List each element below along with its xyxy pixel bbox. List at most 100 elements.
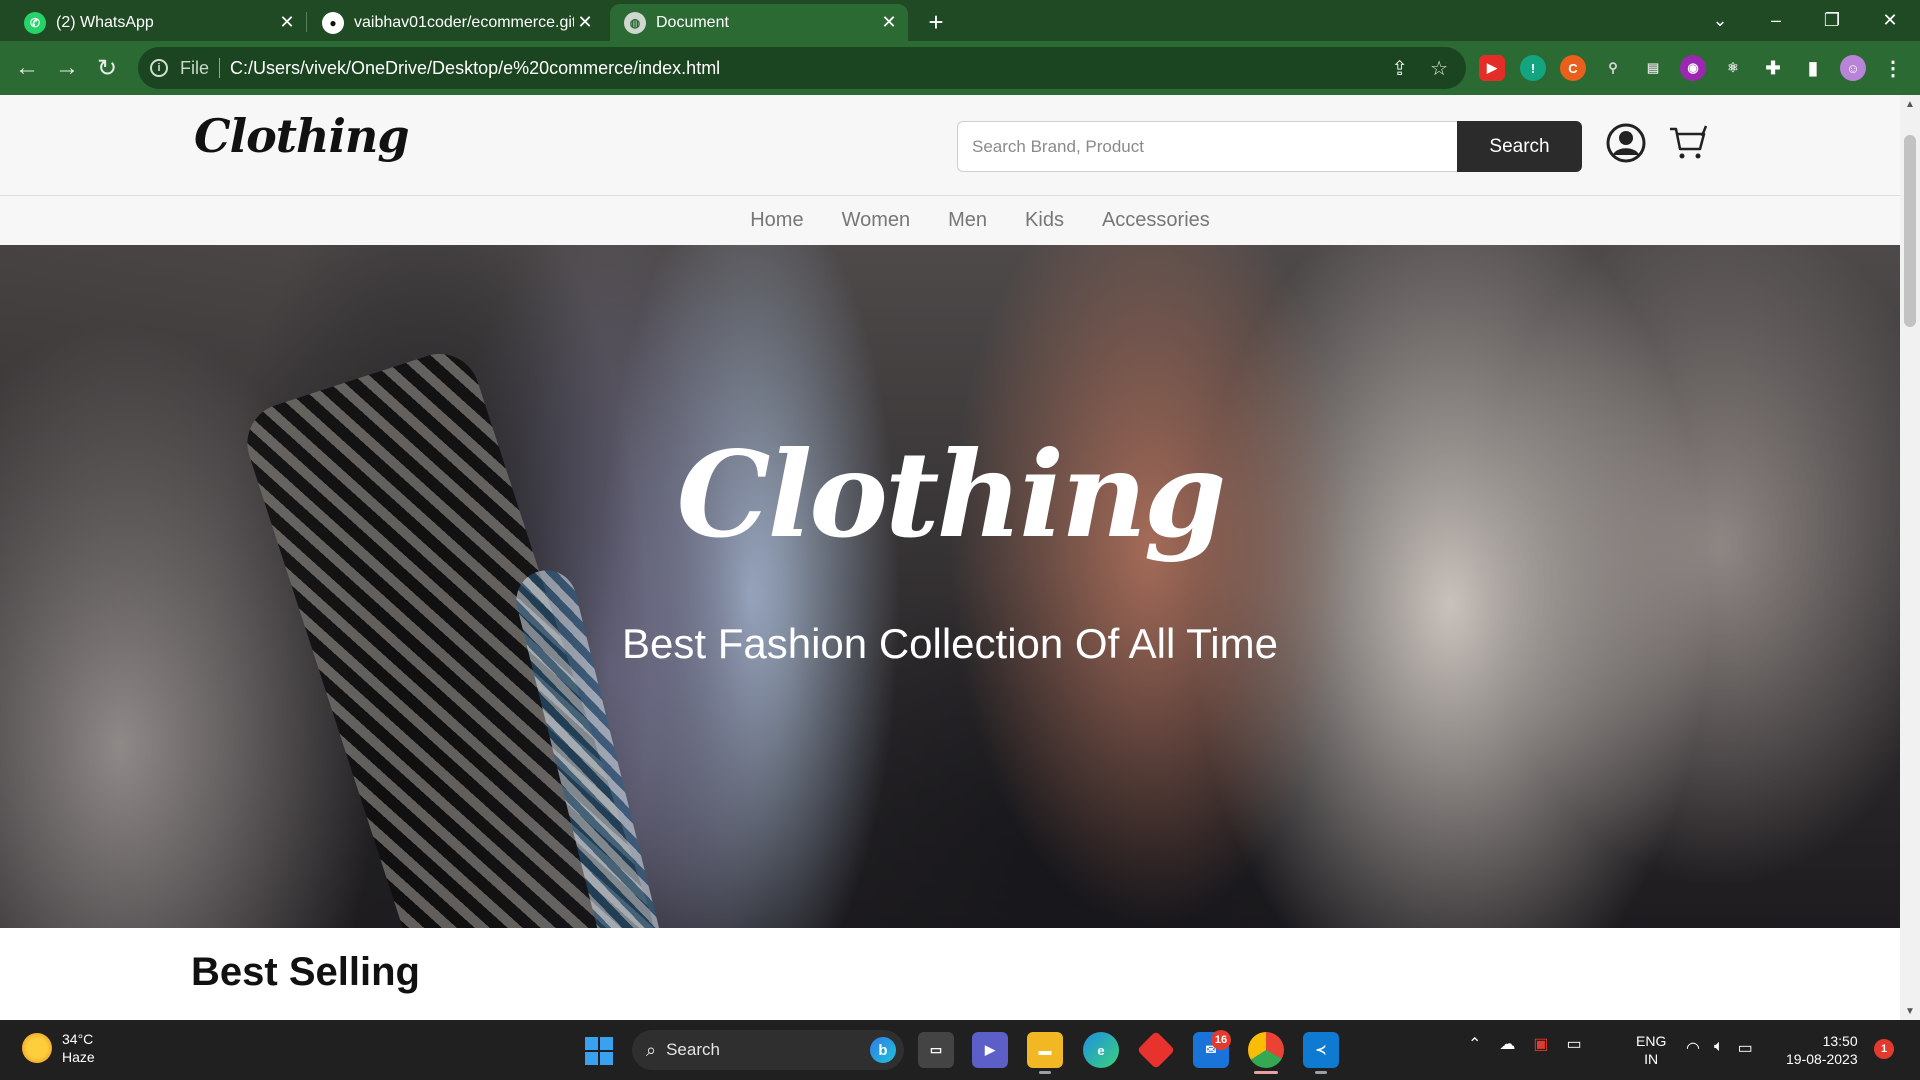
quick-settings[interactable]: ◠ 🔈︎ ▭ [1686, 1038, 1753, 1058]
browser-tab-strip: ✆ (2) WhatsApp ✕ ● vaibhav01coder/ecomme… [0, 0, 1920, 41]
clock-date: 19-08-2023 [1786, 1051, 1858, 1067]
teams-chat-icon[interactable]: ▶ [972, 1032, 1008, 1068]
purple-extension-icon[interactable]: ◉ [1680, 55, 1706, 81]
nav-link-accessories[interactable]: Accessories [1102, 209, 1210, 232]
page-viewport: Clothing Search Home Women Men Kids Acce… [0, 95, 1900, 1020]
tab-github[interactable]: ● vaibhav01coder/ecommerce.gith ✕ [308, 4, 604, 41]
side-panel-icon[interactable]: ▮ [1800, 55, 1826, 81]
volume-icon: 🔈︎ [1713, 1038, 1724, 1055]
search-input[interactable] [957, 121, 1457, 172]
section-title-best-selling: Best Selling [191, 950, 420, 994]
tab-whatsapp[interactable]: ✆ (2) WhatsApp ✕ [10, 4, 306, 41]
site-logo[interactable]: Clothing [194, 109, 410, 163]
c-extension-icon[interactable]: C [1560, 55, 1586, 81]
address-bar[interactable]: i File C:/Users/vivek/OneDrive/Desktop/e… [138, 47, 1466, 89]
shopping-cart-icon[interactable] [1668, 123, 1708, 163]
vscode-icon[interactable]: ≺ [1303, 1032, 1339, 1068]
scroll-up-icon[interactable]: ▲ [1900, 95, 1920, 113]
onedrive-offline-icon[interactable]: ☁ [1499, 1034, 1515, 1054]
windows-taskbar: 34°C Haze ⌕ Search b ▭ ▶ ▬ e ✉ 16 ≺ ⌃ ☁ … [0, 1020, 1920, 1080]
mail-badge: 16 [1211, 1030, 1231, 1050]
language-code: ENG [1636, 1033, 1667, 1049]
scrollbar-thumb[interactable] [1904, 135, 1916, 327]
clock-time: 13:50 [1822, 1033, 1858, 1049]
search-icon: ⌕ [646, 1039, 657, 1060]
reload-icon[interactable]: ↻ [89, 50, 125, 86]
scroll-down-icon[interactable]: ▼ [1900, 1002, 1920, 1020]
close-icon[interactable]: ✕ [276, 12, 298, 34]
hero-banner: Clothing Best Fashion Collection Of All … [0, 245, 1900, 928]
user-account-icon[interactable] [1606, 123, 1646, 163]
restore-button[interactable]: ❐ [1804, 0, 1860, 40]
language-indicator[interactable]: ENG IN [1636, 1032, 1666, 1068]
chrome-icon[interactable] [1248, 1032, 1284, 1068]
weather-widget[interactable]: 34°C Haze [22, 1030, 95, 1066]
hero-tagline: Best Fashion Collection Of All Time [622, 620, 1278, 667]
nav-link-women[interactable]: Women [842, 209, 911, 232]
menu-kebab-icon[interactable]: ⋮ [1880, 55, 1906, 81]
running-indicator [1315, 1071, 1327, 1074]
bookmark-star-icon[interactable]: ☆ [1430, 56, 1448, 81]
tab-title: Document [656, 13, 729, 31]
nav-link-kids[interactable]: Kids [1025, 209, 1064, 232]
close-icon[interactable]: ✕ [574, 12, 596, 34]
hero-logo: Clothing [676, 425, 1227, 564]
active-app-indicator [1254, 1071, 1278, 1074]
wifi-icon: ◠ [1686, 1040, 1700, 1057]
file-explorer-icon[interactable]: ▬ [1027, 1032, 1063, 1068]
extensions-puzzle-icon[interactable]: ✚ [1760, 55, 1786, 81]
windows-start-icon[interactable] [585, 1037, 613, 1065]
tab-title: vaibhav01coder/ecommerce.gith [354, 13, 574, 31]
site-navigation: Home Women Men Kids Accessories [0, 196, 1900, 245]
taskbar-search[interactable]: ⌕ Search b [632, 1030, 904, 1070]
github-icon: ● [322, 11, 344, 34]
language-region: IN [1644, 1051, 1659, 1067]
system-clock[interactable]: 13:50 19-08-2023 [1786, 1032, 1858, 1068]
globe-icon: ◍ [624, 11, 646, 34]
address-divider [219, 58, 221, 78]
taskbar-search-label: Search [666, 1040, 720, 1059]
tab-title: (2) WhatsApp [56, 13, 154, 31]
battery-icon: ▭ [1737, 1040, 1753, 1057]
search-bar: Search [957, 121, 1582, 172]
system-tray: ⌃ ☁ ▣ ▭ [1468, 1034, 1582, 1054]
youtube-extension-icon[interactable]: ▶ [1479, 55, 1505, 81]
search-button[interactable]: Search [1457, 121, 1582, 172]
new-tab-button[interactable]: + [922, 7, 950, 37]
minimize-button[interactable]: – [1748, 0, 1804, 40]
weather-condition: Haze [62, 1049, 95, 1065]
info-icon[interactable]: i [150, 59, 168, 77]
weather-haze-icon [22, 1033, 52, 1063]
bing-icon[interactable]: b [870, 1037, 896, 1063]
notification-badge[interactable]: 1 [1874, 1039, 1894, 1059]
react-extension-icon[interactable]: ⚛ [1720, 55, 1746, 81]
whatsapp-icon: ✆ [24, 11, 46, 34]
printer-extension-icon[interactable]: ▤ [1640, 55, 1666, 81]
share-icon[interactable]: ⇪ [1391, 56, 1408, 81]
tab-search-chevron-icon[interactable]: ⌄ [1692, 0, 1748, 40]
page-scrollbar[interactable]: ▲ ▼ [1900, 95, 1920, 1020]
tab-document[interactable]: ◍ Document ✕ [610, 4, 908, 41]
close-icon[interactable]: ✕ [878, 12, 900, 34]
dropper-extension-icon[interactable]: ⚲ [1600, 55, 1626, 81]
edge-browser-icon[interactable]: e [1083, 1032, 1119, 1068]
back-icon[interactable]: ← [9, 50, 45, 86]
forward-icon[interactable]: → [49, 50, 85, 86]
address-url[interactable]: C:/Users/vivek/OneDrive/Desktop/e%20comm… [230, 58, 720, 79]
profile-avatar[interactable]: ☺ [1840, 55, 1866, 81]
calendar-app-icon[interactable]: ▣ [1533, 1034, 1548, 1054]
running-indicator [1039, 1071, 1051, 1074]
close-window-button[interactable]: ✕ [1862, 0, 1918, 40]
anydesk-icon[interactable] [1136, 1030, 1176, 1070]
tab-separator [306, 12, 307, 32]
display-icon[interactable]: ▭ [1567, 1034, 1582, 1054]
site-header: Clothing Search [0, 95, 1900, 196]
tray-overflow-chevron-icon[interactable]: ⌃ [1468, 1034, 1481, 1054]
nav-link-men[interactable]: Men [948, 209, 987, 232]
browser-toolbar: ← → ↻ i File C:/Users/vivek/OneDrive/Des… [0, 41, 1920, 95]
weather-temperature: 34°C [62, 1031, 94, 1047]
address-scheme: File [180, 57, 210, 78]
grammar-extension-icon[interactable]: ! [1520, 55, 1546, 81]
nav-link-home[interactable]: Home [750, 209, 803, 232]
task-view-icon[interactable]: ▭ [918, 1032, 954, 1068]
